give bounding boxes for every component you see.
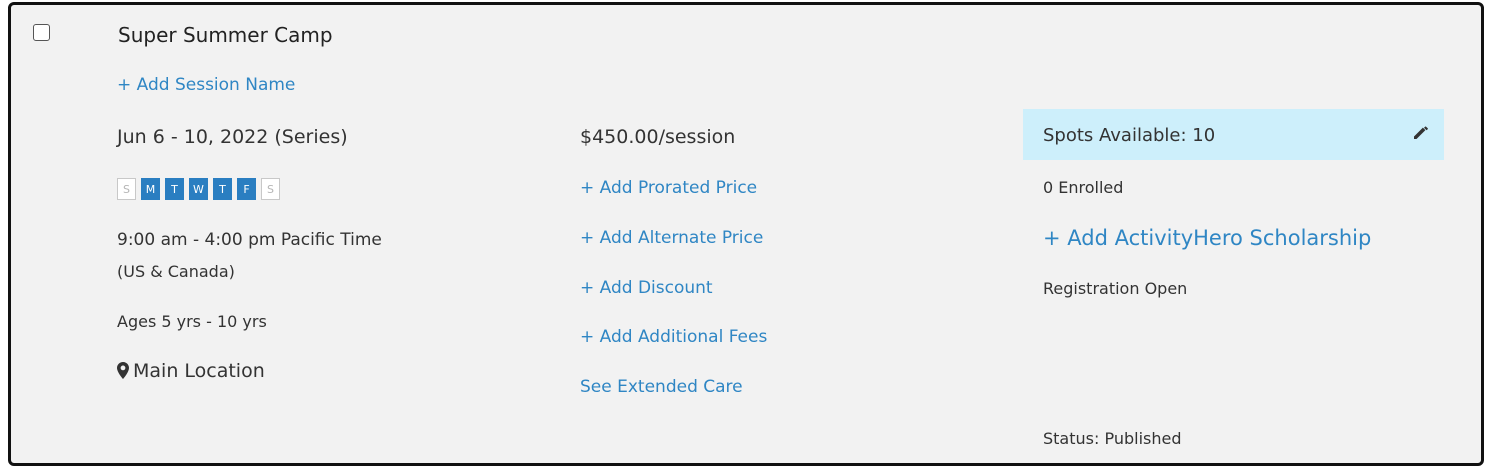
session-price: $450.00/session [580,126,736,148]
add-additional-fees-link[interactable]: + Add Additional Fees [580,327,767,347]
session-location: Main Location [117,360,265,382]
see-extended-care-link[interactable]: See Extended Care [580,377,743,397]
session-card: Super Summer Camp + Add Session Name Jun… [8,2,1484,466]
session-dates: Jun 6 - 10, 2022 (Series) [117,126,348,148]
day-monday[interactable]: M [141,178,160,200]
add-prorated-price-link[interactable]: + Add Prorated Price [580,178,757,198]
session-time: 9:00 am - 4:00 pm Pacific Time [117,230,382,250]
location-label: Main Location [133,360,265,382]
day-saturday[interactable]: S [261,178,280,200]
day-friday[interactable]: F [237,178,256,200]
add-session-name-link[interactable]: + Add Session Name [117,75,295,95]
session-ages: Ages 5 yrs - 10 yrs [117,312,267,331]
day-tuesday[interactable]: T [165,178,184,200]
registration-status: Registration Open [1043,279,1188,298]
map-marker-icon [117,362,129,379]
day-of-week-selector: S M T W T F S [117,178,280,200]
publish-status: Status: Published [1043,429,1182,448]
select-session-checkbox[interactable] [33,24,50,41]
spots-available-label: Spots Available: 10 [1043,125,1216,146]
add-scholarship-link[interactable]: + Add ActivityHero Scholarship [1043,226,1371,250]
add-alternate-price-link[interactable]: + Add Alternate Price [580,228,763,248]
spots-available-box: Spots Available: 10 [1023,109,1444,160]
enrolled-count: 0 Enrolled [1043,178,1124,197]
pencil-icon[interactable] [1412,123,1430,141]
session-timezone: (US & Canada) [117,262,235,281]
add-discount-link[interactable]: + Add Discount [580,278,713,298]
day-thursday[interactable]: T [213,178,232,200]
session-title: Super Summer Camp [118,23,333,47]
day-sunday[interactable]: S [117,178,136,200]
day-wednesday[interactable]: W [189,178,208,200]
